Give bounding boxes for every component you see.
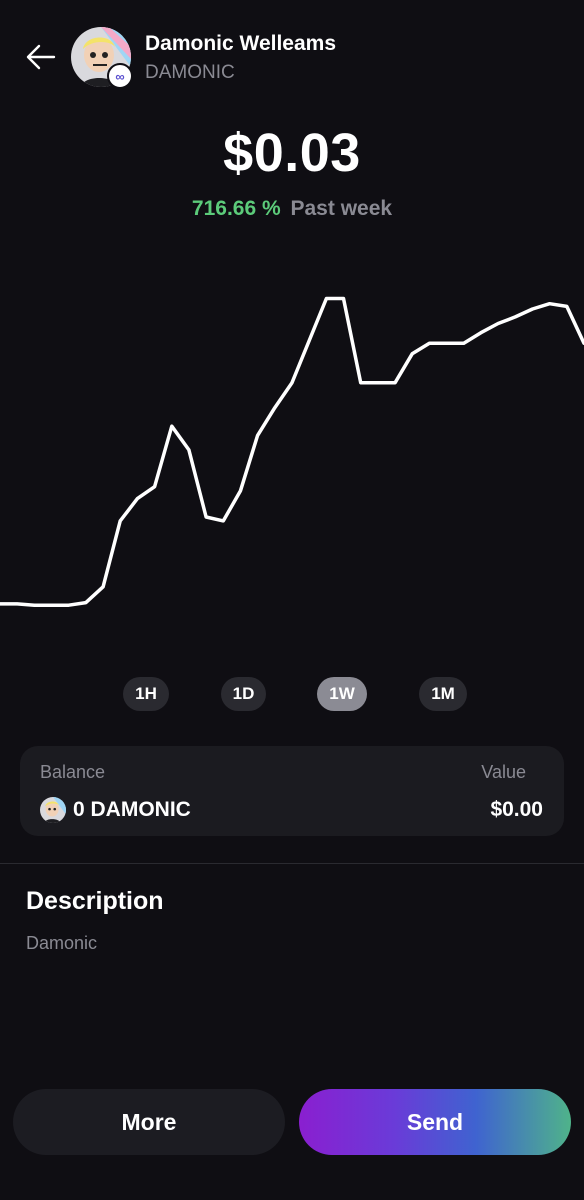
- token-avatar: ∞: [71, 27, 133, 89]
- price-change: 716.66 % Past week: [0, 197, 584, 221]
- avatar-portrait-image: [40, 797, 66, 823]
- more-button[interactable]: More: [13, 1089, 285, 1155]
- description-title: Description: [26, 887, 164, 915]
- back-button[interactable]: [24, 42, 58, 72]
- arrow-left-icon: [26, 44, 56, 70]
- description-text: Damonic: [26, 933, 98, 953]
- range-1w-button[interactable]: 1W: [317, 677, 367, 711]
- time-range-selector: 1H 1D 1W 1M: [0, 677, 584, 711]
- price-value: $0.03: [223, 123, 361, 183]
- balance-token-avatar: [40, 797, 66, 823]
- price-line: [0, 296, 584, 607]
- value-label: Value: [481, 762, 526, 782]
- balance-label: Balance: [40, 762, 106, 782]
- token-detail-screen: ∞ Damonic Welleams DAMONIC $0.03 716.66 …: [0, 0, 584, 1200]
- infinity-badge-icon: ∞: [107, 63, 133, 89]
- token-name: Damonic Welleams: [145, 32, 337, 55]
- balance-value: $0.00: [490, 798, 543, 821]
- change-period: Past week: [290, 197, 393, 220]
- divider: [0, 863, 584, 864]
- range-1d-button[interactable]: 1D: [221, 677, 266, 711]
- change-percent: 716.66 %: [191, 197, 281, 220]
- balance-card: Balance Value 0 DAMONIC $0.00: [20, 746, 564, 836]
- header: ∞ Damonic Welleams DAMONIC: [0, 22, 584, 92]
- range-1h-button[interactable]: 1H: [123, 677, 169, 711]
- token-ticker: DAMONIC: [145, 62, 235, 83]
- balance-amount: 0 DAMONIC: [73, 798, 191, 821]
- range-1m-button[interactable]: 1M: [419, 677, 467, 711]
- price-chart[interactable]: [0, 270, 584, 660]
- send-button[interactable]: Send: [299, 1089, 571, 1155]
